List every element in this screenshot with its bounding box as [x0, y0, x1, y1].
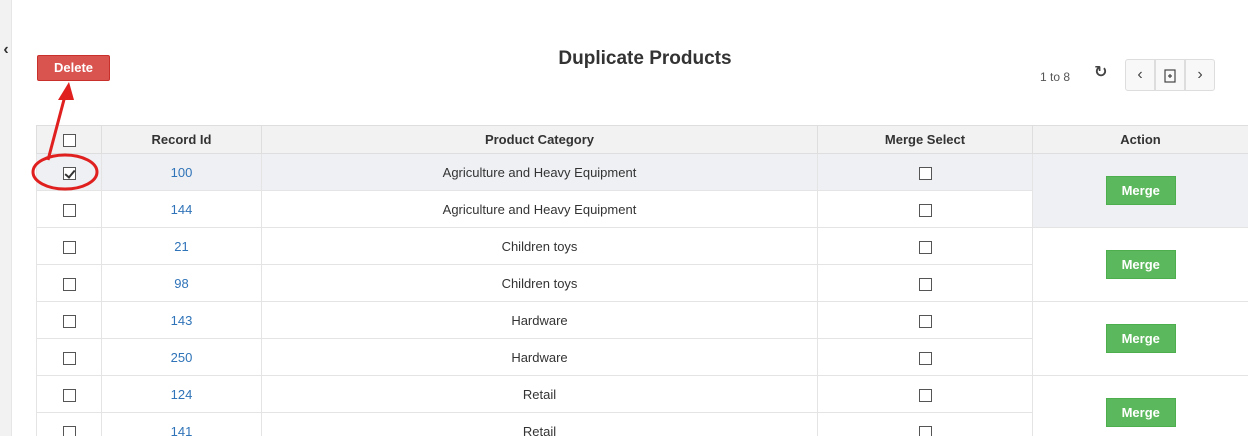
- merge-select-checkbox[interactable]: [918, 425, 932, 436]
- arrowhead-icon: [58, 82, 74, 100]
- table-row: 21 Children toys Merge: [36, 227, 1248, 302]
- row-checkbox[interactable]: [62, 351, 76, 365]
- record-id-link[interactable]: 100: [101, 153, 262, 191]
- column-header-product-category[interactable]: Product Category: [261, 125, 818, 154]
- merge-select-checkbox[interactable]: [918, 166, 932, 180]
- merge-button[interactable]: Merge: [1105, 176, 1176, 205]
- row-checkbox[interactable]: [62, 388, 76, 402]
- product-category-cell: Retail: [261, 412, 818, 436]
- column-header-record-id[interactable]: Record Id: [101, 125, 262, 154]
- row-checkbox[interactable]: [62, 166, 76, 180]
- table-header-row: Record Id Product Category Merge Select …: [36, 125, 1248, 154]
- merge-select-checkbox[interactable]: [918, 203, 932, 217]
- product-category-cell: Children toys: [261, 227, 818, 265]
- record-id-link[interactable]: 250: [101, 338, 262, 376]
- refresh-icon[interactable]: ↻: [1094, 62, 1107, 82]
- merge-select-checkbox[interactable]: [918, 314, 932, 328]
- export-icon: [1164, 69, 1176, 83]
- record-range-text: 1 to 8: [1040, 70, 1071, 84]
- column-header-action: Action: [1032, 125, 1248, 154]
- table-row: 124 Retail Merge: [36, 375, 1248, 436]
- record-id-link[interactable]: 98: [101, 264, 262, 302]
- record-id-link[interactable]: 143: [101, 301, 262, 339]
- merge-select-checkbox[interactable]: [918, 388, 932, 402]
- row-checkbox[interactable]: [62, 425, 76, 436]
- duplicate-products-table: Record Id Product Category Merge Select …: [36, 125, 1248, 436]
- row-checkbox[interactable]: [62, 314, 76, 328]
- product-category-cell: Hardware: [261, 338, 818, 376]
- collapse-sidebar-icon[interactable]: ‹: [0, 40, 12, 60]
- export-button[interactable]: [1155, 59, 1185, 91]
- record-id-link[interactable]: 21: [101, 227, 262, 265]
- product-category-cell: Children toys: [261, 264, 818, 302]
- chevron-left-icon: ‹: [1137, 66, 1143, 83]
- row-checkbox[interactable]: [62, 277, 76, 291]
- previous-page-button[interactable]: ‹: [1125, 59, 1155, 91]
- row-checkbox[interactable]: [62, 240, 76, 254]
- table-row: 100 Agriculture and Heavy Equipment Merg…: [36, 153, 1248, 228]
- table-row: 143 Hardware Merge: [36, 301, 1248, 376]
- merge-select-checkbox[interactable]: [918, 240, 932, 254]
- record-id-link[interactable]: 141: [101, 412, 262, 436]
- row-checkbox[interactable]: [62, 203, 76, 217]
- chevron-right-icon: ›: [1197, 66, 1203, 83]
- product-category-cell: Retail: [261, 375, 818, 413]
- merge-button[interactable]: Merge: [1105, 324, 1176, 353]
- next-page-button[interactable]: ›: [1185, 59, 1215, 91]
- column-header-merge-select[interactable]: Merge Select: [817, 125, 1033, 154]
- record-id-link[interactable]: 144: [101, 190, 262, 228]
- delete-button[interactable]: Delete: [37, 55, 110, 81]
- product-category-cell: Agriculture and Heavy Equipment: [261, 153, 818, 191]
- select-all-header[interactable]: [36, 125, 102, 154]
- record-id-link[interactable]: 124: [101, 375, 262, 413]
- merge-button[interactable]: Merge: [1105, 250, 1176, 279]
- left-sidebar-strip: [0, 0, 12, 436]
- page-title: Duplicate Products: [558, 48, 732, 69]
- merge-button[interactable]: Merge: [1105, 398, 1176, 427]
- merge-select-checkbox[interactable]: [918, 351, 932, 365]
- select-all-checkbox[interactable]: [62, 134, 76, 148]
- product-category-cell: Hardware: [261, 301, 818, 339]
- product-category-cell: Agriculture and Heavy Equipment: [261, 190, 818, 228]
- merge-select-checkbox[interactable]: [918, 277, 932, 291]
